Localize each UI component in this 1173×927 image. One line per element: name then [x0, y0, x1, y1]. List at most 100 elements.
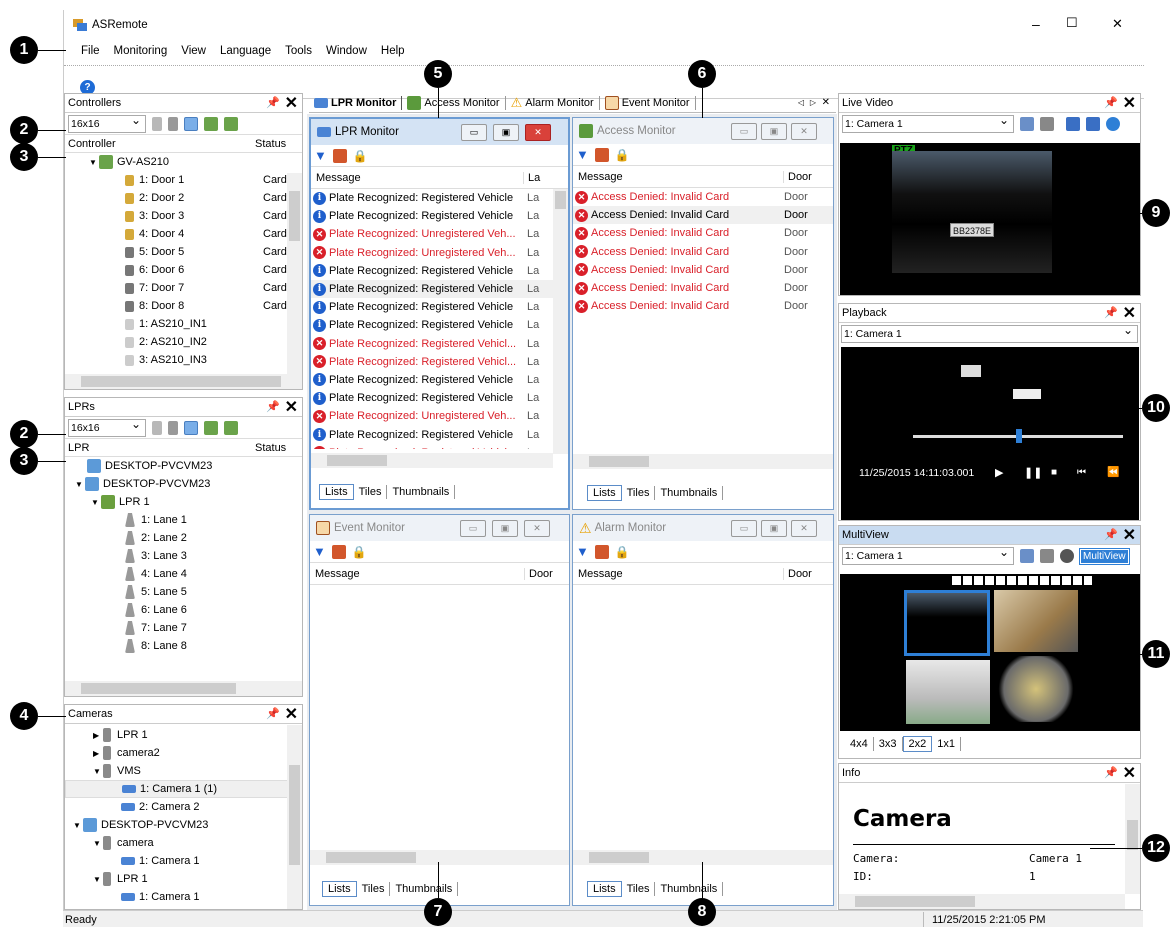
tree-item-door[interactable]: 2: AS210_IN2 — [65, 333, 302, 351]
play-icon[interactable]: ▶ — [995, 466, 1003, 479]
layout-3x3[interactable]: 3x3 — [874, 737, 903, 751]
menu-view[interactable]: View — [174, 43, 213, 63]
pin-icon[interactable]: 📌 — [1104, 528, 1118, 541]
minimize-button[interactable]: ▭ — [731, 123, 757, 140]
expand-icon[interactable]: ▼ — [93, 767, 103, 776]
tab-scroll-left-icon[interactable]: ◁ — [798, 98, 804, 107]
tree-item[interactable]: ▶ camera2 — [65, 744, 302, 762]
tab-lists[interactable]: Lists — [587, 881, 622, 897]
event-monitor-hscrollbar[interactable] — [310, 850, 569, 865]
collapse-icon[interactable]: ▶ — [93, 731, 103, 740]
connect-icon[interactable] — [152, 420, 162, 435]
playback-thumb[interactable] — [1016, 429, 1022, 443]
settings-icon[interactable] — [332, 148, 347, 163]
tree-item-selected[interactable]: 1: Camera 1 (1) — [65, 780, 302, 798]
expand-icon[interactable]: ▼ — [91, 498, 101, 507]
column-message[interactable]: Message — [573, 171, 783, 183]
column-door[interactable]: Door — [783, 170, 812, 183]
column-status[interactable]: Status — [255, 138, 286, 150]
menu-window[interactable]: Window — [319, 43, 374, 63]
list-item[interactable]: ✕ Plate Recognized: Unregistered Veh... La — [311, 225, 568, 243]
play-icon[interactable] — [1040, 117, 1054, 131]
tree-item-host[interactable]: DESKTOP-PVCVM23 — [65, 457, 302, 475]
lock-icon[interactable]: 🔒 — [353, 149, 368, 163]
restore-button[interactable]: ▣ — [761, 520, 787, 537]
column-message[interactable]: Message — [310, 568, 524, 580]
cameras-scrollbar[interactable] — [287, 725, 302, 909]
settings-icon[interactable] — [594, 544, 609, 559]
fast-backward-icon[interactable]: ⏪ — [1107, 467, 1119, 478]
column-lpr[interactable]: LPR — [65, 442, 255, 454]
camera-select[interactable]: 1: Camera 1 — [841, 323, 1138, 343]
list-item[interactable]: ✕ Access Denied: Invalid Card Door — [573, 243, 833, 261]
list-item[interactable]: ✕ Access Denied: Invalid Card Door — [573, 279, 833, 297]
remove-icon[interactable] — [224, 116, 238, 131]
pin-icon[interactable]: 📌 — [266, 707, 280, 720]
tree-item-door[interactable]: 2: Door 2 Card — [65, 189, 302, 207]
lpr-monitor-scrollbar[interactable] — [553, 189, 568, 454]
connect-icon[interactable] — [152, 116, 162, 131]
list-item[interactable]: ✕ Access Denied: Invalid Card Door — [573, 224, 833, 242]
list-item[interactable]: ✕ Plate Recognized: Unregistered Veh... La — [311, 244, 568, 262]
close-pane-icon[interactable]: ✕ — [1123, 94, 1136, 113]
tree-item-door[interactable]: 4: Door 4 Card — [65, 225, 302, 243]
minimize-button[interactable]: ▭ — [460, 520, 486, 537]
tab-tiles[interactable]: Tiles — [622, 486, 656, 500]
settings-icon[interactable] — [331, 544, 346, 559]
tree-item-controller[interactable]: ▼ GV-AS210 — [65, 153, 302, 171]
add-icon[interactable] — [204, 420, 218, 435]
tree-item-door[interactable]: 8: Door 8 Card — [65, 297, 302, 315]
tab-scroll-right-icon[interactable]: ▷ — [810, 98, 816, 107]
pin-icon[interactable]: 📌 — [266, 400, 280, 413]
list-item[interactable]: ✕ Plate Recognized: Registered Vehicl... L… — [311, 335, 568, 353]
list-item[interactable]: i Plate Recognized: Registered Vehicle La — [311, 262, 568, 280]
tab-lists[interactable]: Lists — [319, 484, 354, 500]
tab-thumbnails[interactable]: Thumbnails — [390, 882, 459, 896]
layout-4x4[interactable]: 4x4 — [845, 737, 874, 751]
list-item[interactable]: i Plate Recognized: Registered Vehicle La — [311, 389, 568, 407]
tree-item-door[interactable]: 1: AS210_IN1 — [65, 315, 302, 333]
tree-item[interactable]: 2: Camera 2 — [65, 798, 302, 816]
list-item[interactable]: ✕ Access Denied: Invalid Card Door — [573, 261, 833, 279]
tab-lpr-monitor[interactable]: LPR Monitor — [309, 97, 401, 109]
close-pane-icon[interactable]: ✕ — [1123, 304, 1136, 323]
filter-icon[interactable]: ▼ — [314, 148, 327, 163]
tree-item-door[interactable]: 3: Door 3 Card — [65, 207, 302, 225]
minimize-button[interactable]: – — [1032, 16, 1040, 32]
minimize-button[interactable]: ▭ — [731, 520, 757, 537]
play-icon[interactable] — [1040, 549, 1054, 563]
tab-event-monitor[interactable]: Event Monitor — [600, 95, 695, 110]
close-pane-icon[interactable]: ✕ — [285, 398, 298, 417]
restore-button[interactable]: ▣ — [761, 123, 787, 140]
list-item[interactable]: ✕ Access Denied: Invalid Card Door — [573, 297, 833, 315]
tree-item-lpr[interactable]: ▼ LPR 1 — [65, 493, 302, 511]
tile[interactable] — [994, 590, 1078, 652]
tab-lists[interactable]: Lists — [587, 485, 622, 501]
tab-close-icon[interactable]: ✕ — [822, 97, 830, 108]
close-pane-icon[interactable]: ✕ — [1123, 526, 1136, 545]
live-video-view[interactable]: PTZ BB2378E — [840, 143, 1140, 295]
close-button[interactable]: ✕ — [1112, 16, 1123, 32]
menu-language[interactable]: Language — [213, 43, 278, 63]
pin-icon[interactable]: 📌 — [266, 96, 280, 109]
column-message[interactable]: Message — [573, 568, 783, 580]
tree-item-lane[interactable]: 8: Lane 8 — [65, 637, 302, 655]
column-status[interactable]: Status — [255, 442, 286, 454]
tree-item-lane[interactable]: 5: Lane 5 — [65, 583, 302, 601]
tree-item-lane[interactable]: 1: Lane 1 — [65, 511, 302, 529]
list-item[interactable]: i Plate Recognized: Registered Vehicle La — [311, 425, 568, 443]
expand-icon[interactable]: ▼ — [73, 821, 83, 830]
tab-tiles[interactable]: Tiles — [357, 882, 391, 896]
icon-size-select[interactable]: 16x16 — [68, 113, 146, 133]
settings-icon[interactable] — [594, 147, 609, 162]
tree-item[interactable]: ▼ VMS — [65, 762, 302, 780]
close-button[interactable]: ✕ — [524, 520, 550, 537]
fullscreen-icon[interactable] — [1066, 117, 1080, 131]
list-item[interactable]: i Plate Recognized: Registered Vehicle La — [311, 371, 568, 389]
tree-item-lane[interactable]: 6: Lane 6 — [65, 601, 302, 619]
tab-lists[interactable]: Lists — [322, 881, 357, 897]
playback-view[interactable]: 11/25/2015 14:11:03.001 ▶ ❚❚ ■ ⏮ ⏪ — [841, 347, 1139, 520]
lpr-monitor-hscrollbar[interactable] — [311, 453, 553, 468]
multiview-grid[interactable] — [840, 574, 1140, 731]
column-lane[interactable]: La — [523, 171, 540, 184]
